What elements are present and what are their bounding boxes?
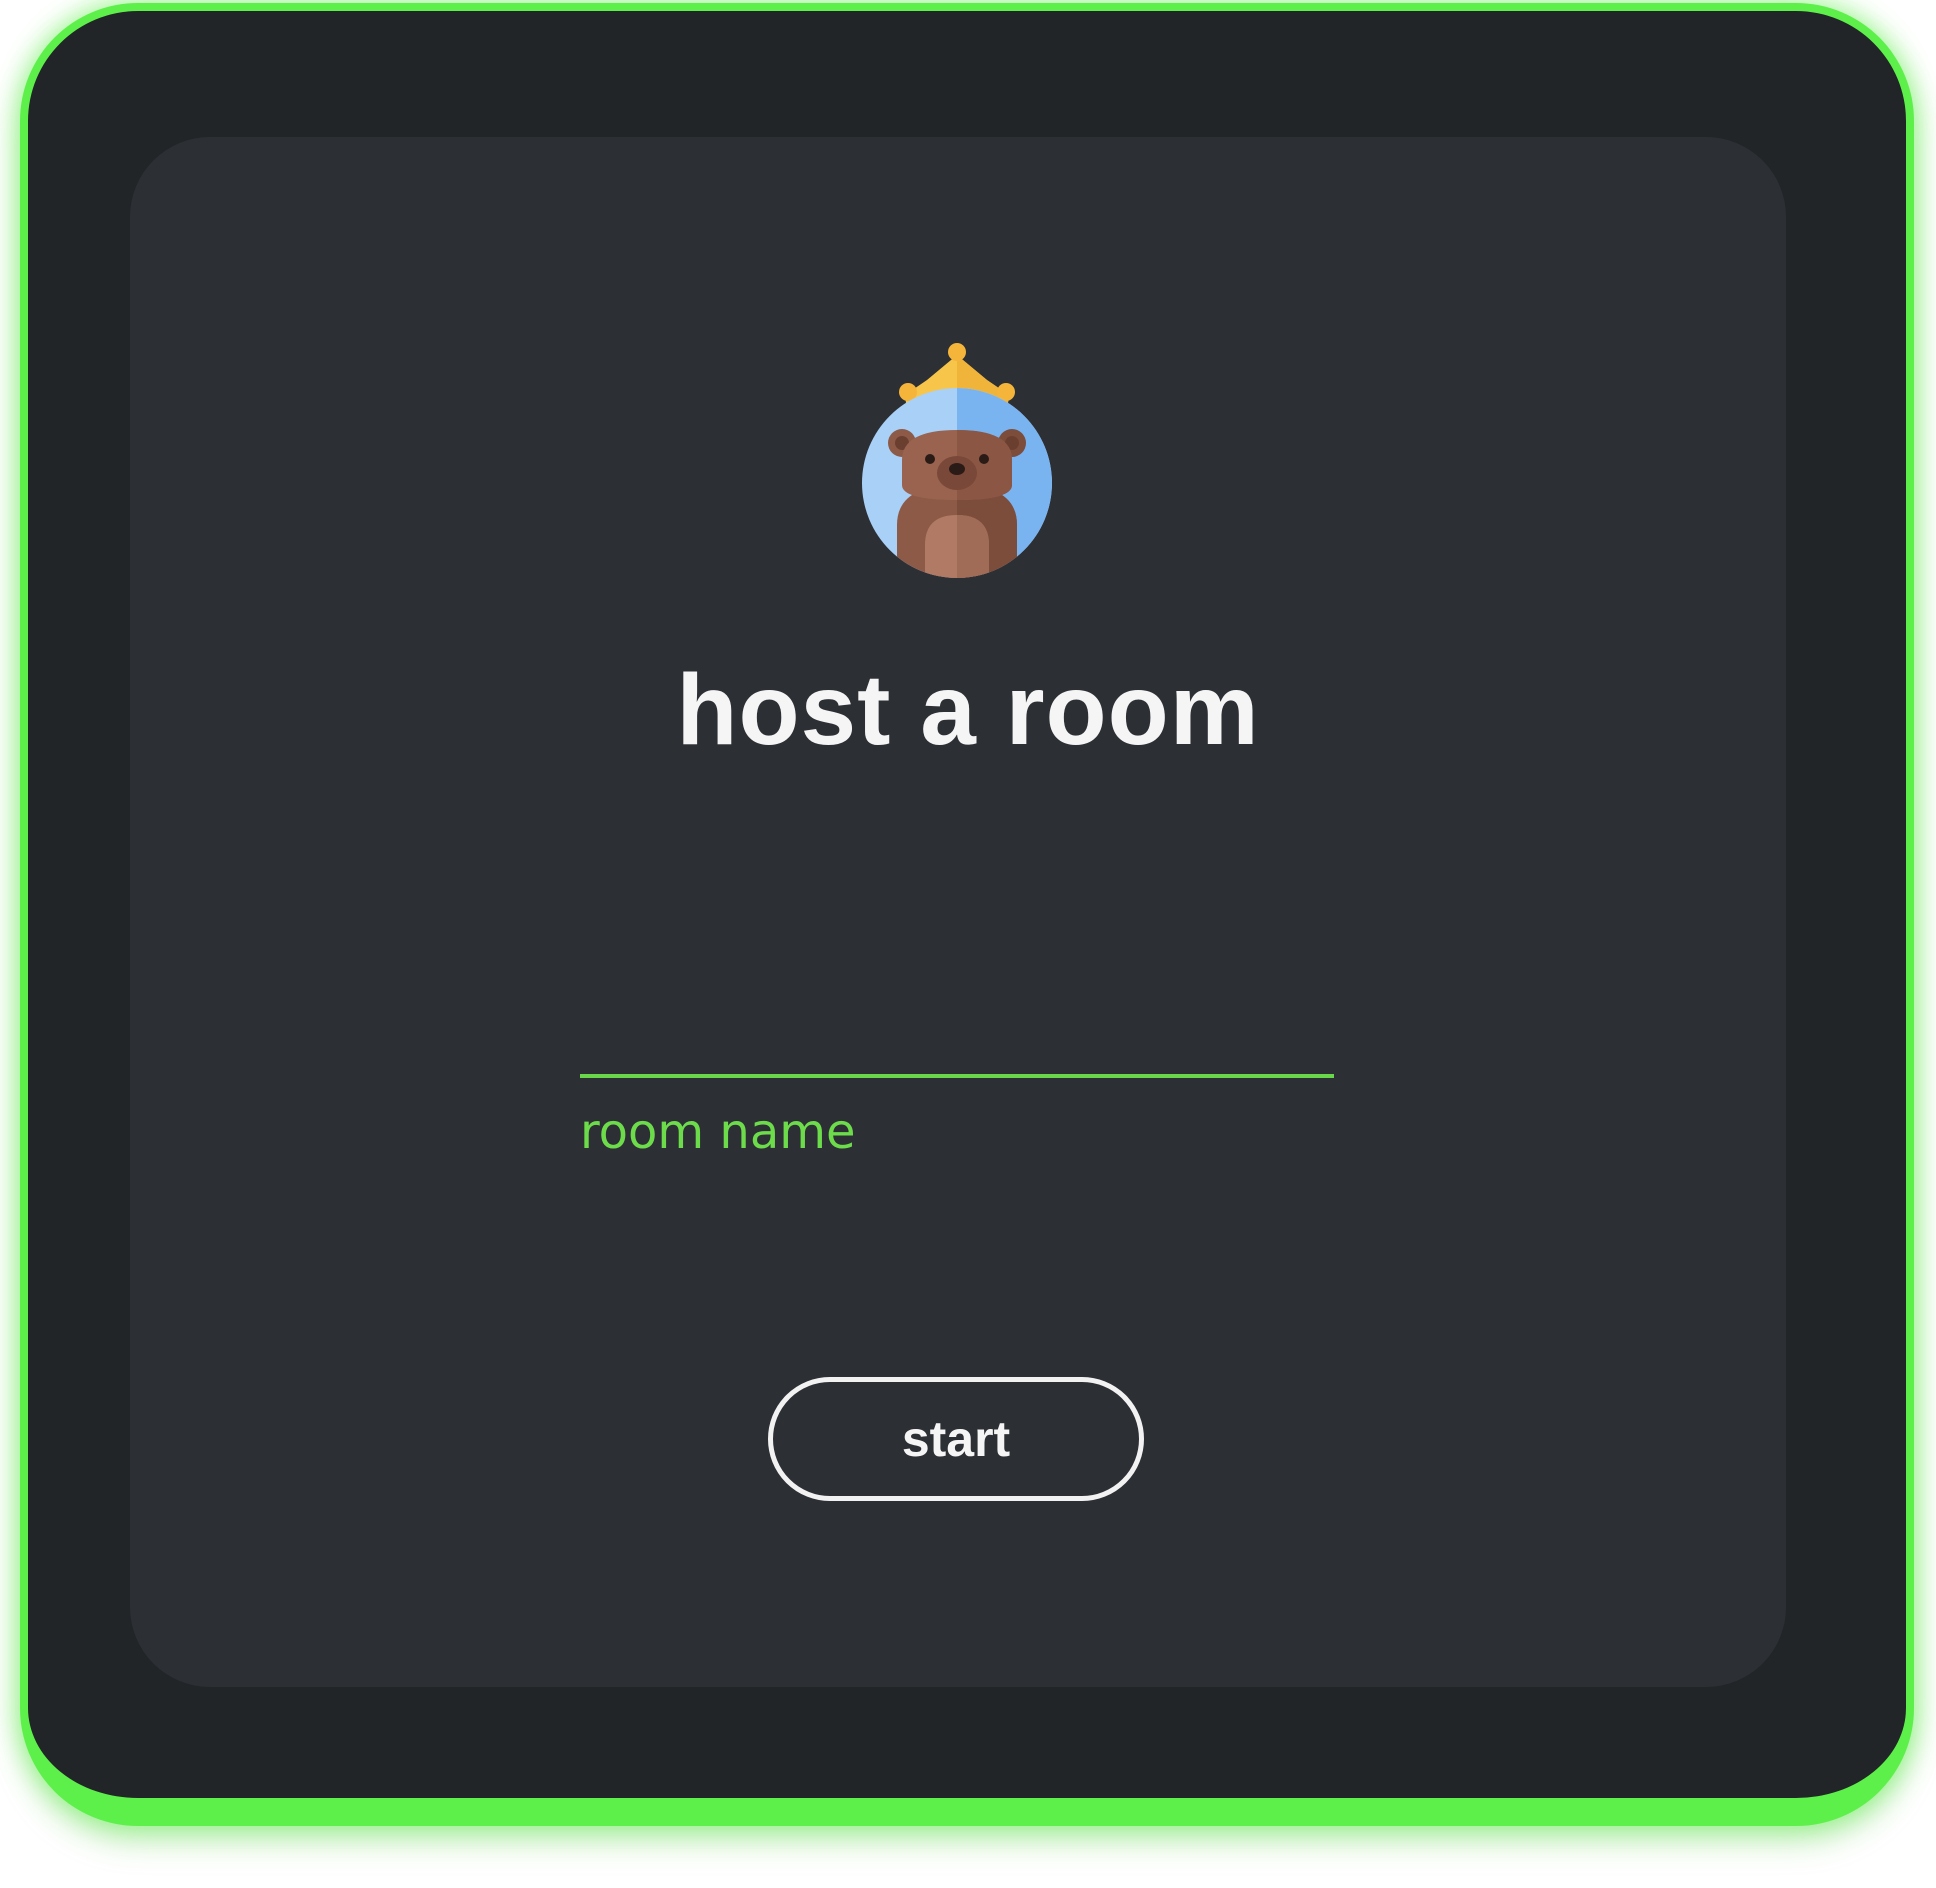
bear-with-crown-icon: [862, 343, 1052, 578]
page-title: host a room: [676, 654, 1260, 766]
room-name-label: room name: [580, 1104, 856, 1160]
start-button-label: start: [901, 1411, 1011, 1467]
start-button[interactable]: start: [768, 1377, 1144, 1501]
room-name-field: room name: [580, 1000, 1334, 1160]
room-name-input[interactable]: [580, 1000, 1334, 1078]
bear-crown-avatar: [855, 335, 1060, 585]
